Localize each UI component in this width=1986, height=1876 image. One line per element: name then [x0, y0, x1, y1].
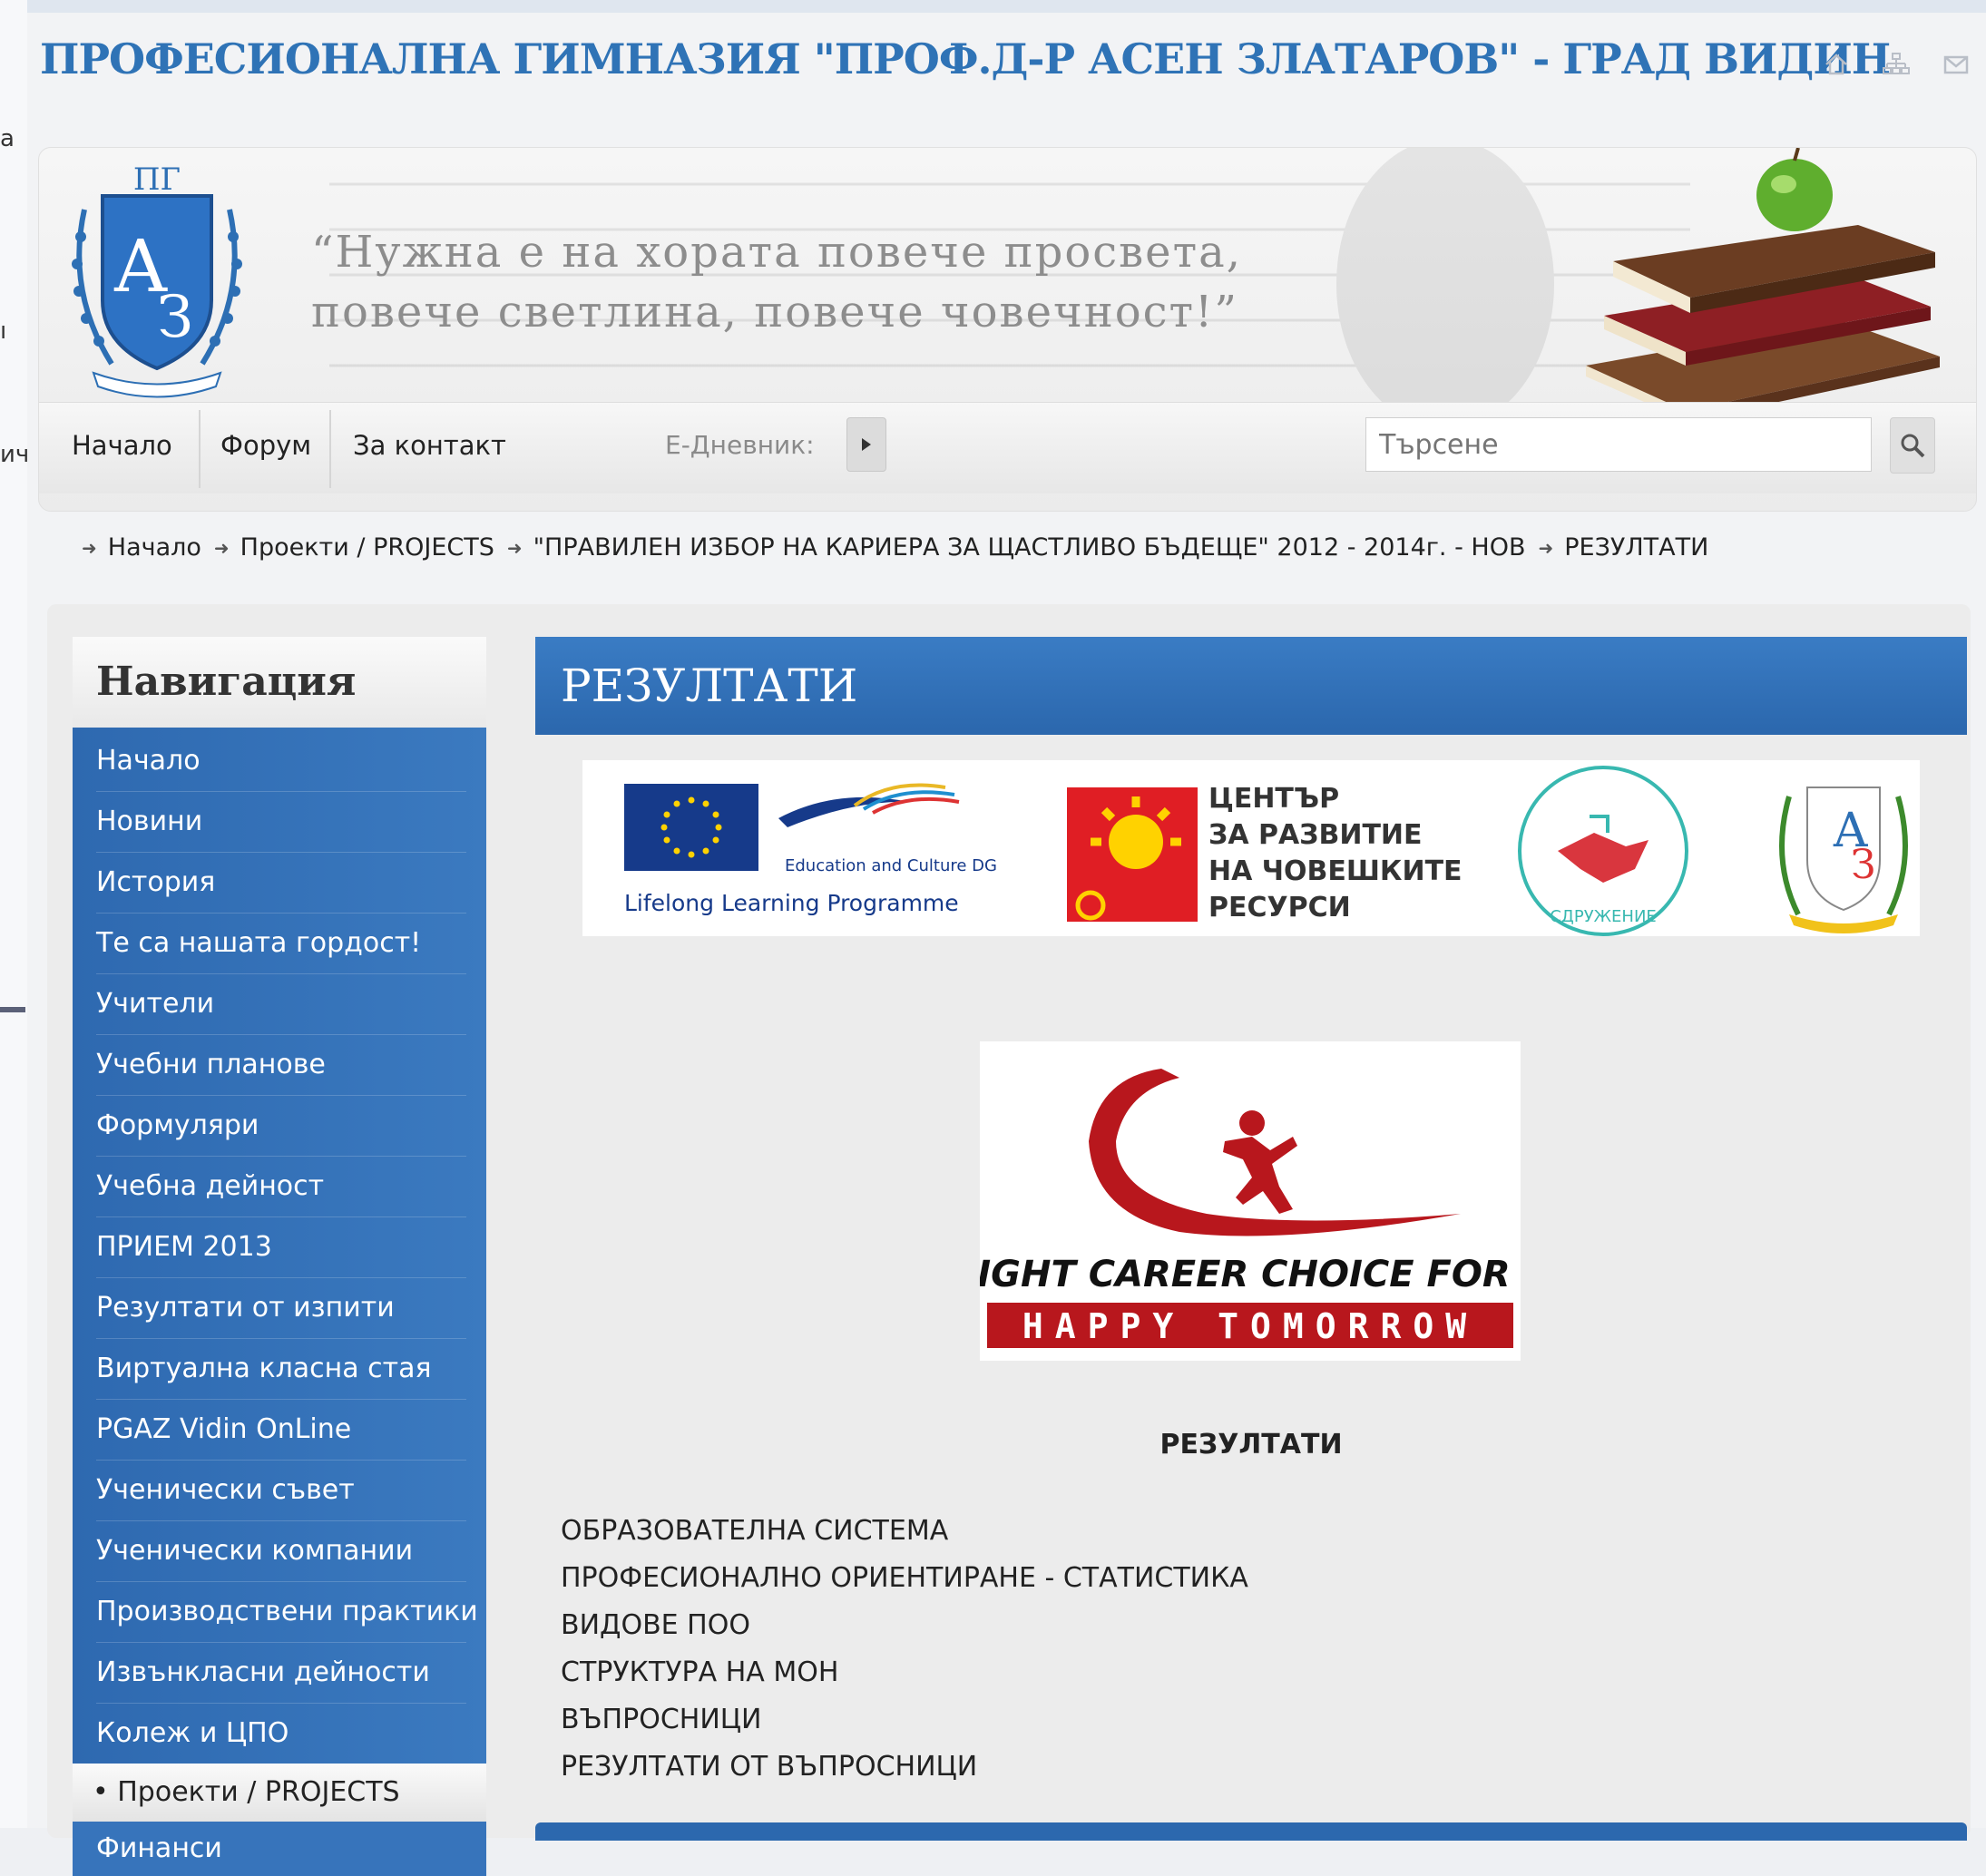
banner-quote: “Нужна е на хората повече просвета, пове…: [311, 222, 1242, 342]
breadcrumb-arrow-icon: ➜: [82, 536, 97, 559]
hrd-center-logo: ЦЕНТЪР ЗА РАЗВИТИЕ НА ЧОВЕШКИТЕ РЕСУРСИ: [1067, 783, 1463, 923]
logo-caption: Education and Culture DG: [785, 856, 997, 875]
ediary-label: Е-Дневник:: [665, 430, 815, 460]
site-title[interactable]: ПРОФЕСИОНАЛНА ГИМНАЗИЯ "ПРОФ.Д-Р АСЕН ЗЛ…: [40, 34, 1891, 83]
sidebar-item[interactable]: Учебна дейност: [96, 1157, 466, 1217]
results-link[interactable]: ОБРАЗОВАТЕЛНА СИСТЕМА: [561, 1508, 1248, 1555]
results-link[interactable]: ПРОФЕСИОНАЛНО ОРИЕНТИРАНЕ - СТАТИСТИКА: [561, 1555, 1248, 1602]
svg-text:З: З: [1851, 842, 1875, 888]
school-logo[interactable]: ПГ А З: [57, 155, 257, 400]
bullet-icon: •: [93, 1776, 118, 1808]
top-icons: [1823, 51, 1970, 78]
breadcrumb: ➜ Начало ➜ Проекти / PROJECTS ➜ "ПРАВИЛЕ…: [82, 533, 1721, 562]
sidebar-item[interactable]: Виртуална класна стая: [96, 1339, 466, 1400]
sidebar-item[interactable]: Начало: [96, 731, 466, 792]
eu-llp-logo: Education and Culture DG Lifelong Learni…: [624, 783, 997, 916]
sidebar-item[interactable]: Ученически компании: [96, 1521, 466, 1582]
sidebar-item-label: Проекти / PROJECTS: [117, 1776, 400, 1808]
sidebar-item[interactable]: Ученически съвет: [96, 1461, 466, 1521]
logo-caption: НА ЧОВЕШКИТЕ: [1208, 855, 1463, 887]
sidebar-item[interactable]: Извънкласни дейности: [96, 1643, 466, 1704]
page-title: РЕЗУЛТАТИ: [535, 637, 1967, 735]
background-text-fragment: ı: [0, 318, 7, 345]
breadcrumb-item[interactable]: "ПРАВИЛЕН ИЗБОР НА КАРИЕРА ЗА ЩАСТЛИВО Б…: [533, 533, 1526, 562]
sidebar-item[interactable]: ПРИЕМ 2013: [96, 1217, 466, 1278]
sidebar-item[interactable]: Учители: [96, 974, 466, 1035]
home-icon[interactable]: [1823, 51, 1850, 78]
main-content: РЕЗУЛТАТИ Education and Culture DG Lifel…: [535, 637, 1967, 1841]
results-link[interactable]: ВЪПРОСНИЦИ: [561, 1696, 1248, 1744]
sidebar-item[interactable]: Те са нашата гордост!: [96, 914, 466, 974]
breadcrumb-arrow-icon: ➜: [1538, 536, 1554, 559]
sidebar-list: Начало Новини История Те са нашата гордо…: [73, 728, 486, 1764]
sidebar-item[interactable]: Резултати от изпити: [96, 1278, 466, 1339]
partner-logos-banner: Education and Culture DG Lifelong Learni…: [582, 760, 1920, 936]
site-page: ПРОФЕСИОНАЛНА ГИМНАЗИЯ "ПРОФ.Д-Р АСЕН ЗЛ…: [27, 13, 1986, 1876]
mail-icon[interactable]: [1942, 51, 1970, 78]
results-link[interactable]: ВИДОВЕ ПОО: [561, 1602, 1248, 1649]
sidebar-item[interactable]: Производствени практики: [96, 1582, 478, 1643]
sidebar-item[interactable]: PGAZ Vidin OnLine: [96, 1400, 466, 1461]
association-logo: СДРУЖЕНИЕ: [1518, 766, 1688, 936]
career-choice-logo: RIGHT CAREER CHOICE FOR A HAPPY TOMORROW: [980, 1041, 1521, 1361]
nav-home[interactable]: Начало: [52, 423, 192, 468]
books-apple-illustration: [1586, 148, 1940, 422]
career-caption: HAPPY TOMORROW: [1022, 1306, 1478, 1346]
results-link[interactable]: РЕЗУЛТАТИ ОТ ВЪПРОСНИЦИ: [561, 1744, 1248, 1791]
logo-caption: ЦЕНТЪР: [1208, 783, 1339, 815]
breadcrumb-arrow-icon: ➜: [506, 536, 523, 559]
search-input[interactable]: [1365, 417, 1872, 472]
footer-bar: [535, 1822, 1967, 1841]
ediary-button[interactable]: [846, 417, 886, 472]
top-strip: [27, 0, 1986, 13]
background-window-strip: а ı ич: [0, 0, 30, 1828]
breadcrumb-arrow-icon: ➜: [213, 536, 230, 559]
header-banner: ПГ А З “Нужна е на хората повече просвет…: [38, 147, 1977, 512]
svg-text:З: З: [157, 284, 193, 351]
breadcrumb-item[interactable]: Проекти / PROJECTS: [240, 533, 494, 562]
play-arrow-icon: [862, 438, 871, 451]
background-text-fragment: а: [0, 125, 15, 152]
career-caption: RIGHT CAREER CHOICE FOR A: [980, 1254, 1521, 1295]
quote-line: повече светлина, повече човечност!”: [311, 287, 1238, 337]
sidebar-item[interactable]: Формуляри: [96, 1096, 466, 1157]
quote-line: “Нужна е на хората повече просвета,: [311, 227, 1243, 278]
sidebar-item[interactable]: Колеж и ЦПО: [96, 1704, 466, 1764]
nav-contact[interactable]: За контакт: [333, 423, 526, 468]
nav-divider: [329, 410, 331, 488]
sidebar-item[interactable]: Новини: [96, 792, 466, 853]
sidebar-item[interactable]: История: [96, 853, 466, 914]
results-link[interactable]: СТРУКТУРА НА МОН: [561, 1649, 1248, 1696]
sitemap-icon[interactable]: [1883, 51, 1910, 78]
school-mini-logo: А З: [1779, 787, 1908, 933]
search-icon: [1901, 434, 1925, 458]
logo-caption: РЕСУРСИ: [1208, 892, 1351, 923]
nav-forum[interactable]: Форум: [201, 423, 331, 468]
sidebar-navigation: Навигация Начало Новини История Те са на…: [73, 637, 486, 1876]
results-heading: РЕЗУЛТАТИ: [1159, 1429, 1343, 1461]
search-button[interactable]: [1890, 417, 1935, 474]
breadcrumb-current: РЕЗУЛТАТИ: [1564, 533, 1709, 562]
breadcrumb-item[interactable]: Начало: [108, 533, 201, 562]
background-divider: [0, 1007, 25, 1012]
logo-caption: Lifelong Learning Programme: [624, 890, 959, 916]
logo-caption: СДРУЖЕНИЕ: [1550, 907, 1657, 926]
sidebar-item[interactable]: Финанси: [73, 1822, 486, 1876]
sidebar-title: Навигация: [73, 637, 486, 728]
background-text-fragment: ич: [0, 441, 30, 468]
sidebar-item[interactable]: Учебни планове: [96, 1035, 466, 1096]
sidebar-item-projects[interactable]: • Проекти / PROJECTS: [73, 1764, 486, 1822]
logo-caption: ЗА РАЗВИТИЕ: [1208, 819, 1423, 851]
results-list: ОБРАЗОВАТЕЛНА СИСТЕМА ПРОФЕСИОНАЛНО ОРИЕ…: [561, 1508, 1248, 1791]
main-navbar: Начало Форум За контакт Е-Дневник:: [39, 402, 1976, 493]
logo-letters: ПГ: [133, 161, 181, 198]
